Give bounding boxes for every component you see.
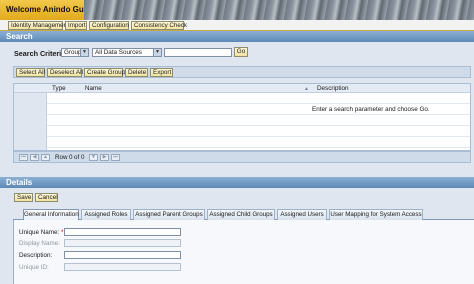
header-banner-image: [84, 0, 474, 20]
chevron-down-icon: ▼: [153, 49, 161, 56]
next-row-icon[interactable]: ▼: [89, 154, 98, 161]
results-toolbar: Select All Deselect All Create Group Del…: [13, 66, 471, 78]
row-selector-column[interactable]: [14, 84, 47, 150]
unique-id-field: [64, 263, 181, 271]
column-header-type[interactable]: Type: [52, 85, 66, 92]
tab-assigned-users[interactable]: Assigned Users: [277, 209, 327, 220]
go-button[interactable]: Go: [234, 47, 248, 57]
principal-type-value: Group: [64, 49, 82, 56]
tab-assigned-roles[interactable]: Assigned Roles: [81, 209, 131, 220]
table-pager: ⏮ ◀ ▲ Row 0 of 0 ▼ ▶ ⏭: [13, 151, 471, 163]
previous-page-icon[interactable]: ◀: [30, 154, 39, 161]
create-group-button[interactable]: Create Group: [84, 68, 125, 77]
export-button[interactable]: Export: [150, 68, 173, 77]
display-name-label: Display Name:: [19, 240, 60, 247]
principal-type-select[interactable]: Group ▼: [61, 48, 89, 57]
unique-name-label: Unique Name: *: [19, 229, 63, 236]
nav-import[interactable]: Import: [65, 21, 87, 30]
details-tabstrip: General Information Assigned Roles Assig…: [13, 209, 474, 220]
pager-of-label: of: [74, 154, 80, 161]
data-source-select[interactable]: All Data Sources ▼: [92, 48, 162, 57]
nav-configuration[interactable]: Configuration: [89, 21, 129, 30]
table-row: [47, 137, 470, 148]
tab-assigned-child-groups[interactable]: Assigned Child Groups: [207, 209, 275, 220]
top-navigation: Identity Management Import Configuration…: [0, 20, 474, 31]
first-page-icon[interactable]: ⏮: [19, 154, 28, 161]
delete-button[interactable]: Delete: [125, 68, 148, 77]
deselect-all-button[interactable]: Deselect All: [47, 68, 83, 77]
last-page-icon[interactable]: ⏭: [111, 154, 120, 161]
display-name-field: [64, 239, 181, 247]
nav-identity-management[interactable]: Identity Management: [8, 21, 69, 30]
data-source-value: All Data Sources: [95, 49, 142, 56]
tab-assigned-parent-groups[interactable]: Assigned Parent Groups: [133, 209, 205, 220]
cancel-button[interactable]: Cancel: [35, 193, 58, 202]
details-section-header: Details: [0, 177, 474, 188]
nav-consistency-check[interactable]: Consistency Check: [131, 21, 187, 30]
search-criteria-label: Search Criteria: [14, 49, 66, 58]
column-header-description[interactable]: Description: [317, 85, 349, 92]
search-input[interactable]: [164, 48, 232, 57]
previous-row-icon[interactable]: ▲: [41, 154, 50, 161]
pager-row-label: Row: [55, 154, 68, 161]
next-page-icon[interactable]: ▶: [100, 154, 109, 161]
unique-name-label-text: Unique Name:: [19, 229, 60, 236]
welcome-title: Welcome Anindo Gupta: [6, 5, 96, 14]
search-section-header: Search: [0, 31, 474, 42]
save-button[interactable]: Save: [14, 193, 33, 202]
pager-current-row: 0: [69, 154, 73, 161]
tab-user-mapping[interactable]: User Mapping for System Access: [329, 209, 423, 220]
column-header-name[interactable]: Name: [85, 85, 102, 92]
table-row: [47, 115, 470, 126]
app-header: Welcome Anindo Gupta: [0, 0, 474, 20]
table-header: Type Name ▲ Description: [14, 84, 470, 93]
empty-results-message: Enter a search parameter and choose Go.: [312, 106, 430, 113]
tab-general-information[interactable]: General Information: [23, 209, 79, 220]
select-all-button[interactable]: Select All: [16, 68, 45, 77]
chevron-down-icon: ▼: [80, 49, 88, 56]
results-table: Type Name ▲ Description: [13, 83, 471, 151]
table-row: [47, 93, 470, 104]
unique-id-label: Unique ID:: [19, 264, 49, 271]
table-row: [47, 126, 470, 137]
pager-total-rows: 0: [81, 154, 85, 161]
description-label: Description:: [19, 252, 53, 259]
description-field[interactable]: [64, 251, 181, 259]
sort-ascending-icon[interactable]: ▲: [304, 86, 309, 92]
unique-name-field[interactable]: [64, 228, 181, 236]
